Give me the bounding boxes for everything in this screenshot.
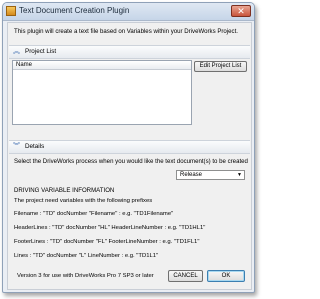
details-section-label: Details (25, 143, 45, 150)
header-lines-prefix-line: HeaderLines : "TD" docNumber "HL" Header… (14, 225, 206, 231)
plugin-window: Text Document Creation Plugin ✕ This plu… (2, 2, 255, 293)
title-bar[interactable]: Text Document Creation Plugin ✕ (3, 3, 254, 21)
ok-button[interactable]: OK (207, 270, 245, 282)
intro-text: This plugin will create a text file base… (14, 28, 238, 35)
name-column-header[interactable]: Name (13, 61, 191, 70)
collapse-chevron-icon[interactable]: ︽ (13, 48, 20, 56)
details-section-header[interactable]: ︾ Details (9, 140, 250, 154)
project-list-grid[interactable]: Name (12, 60, 192, 125)
filename-prefix-line: Filename : "TD" docNumber "Filename" : e… (14, 211, 174, 217)
dropdown-arrow-icon[interactable]: ▼ (237, 171, 242, 179)
prefix-intro-text: The project need variables with the foll… (14, 198, 153, 204)
process-question: Select the DriveWorks process when you w… (14, 158, 248, 165)
process-select[interactable]: Release ▼ (176, 170, 245, 180)
cancel-button[interactable]: CANCEL (168, 270, 203, 282)
project-list-section-header[interactable]: ︽ Project List (9, 45, 250, 59)
app-icon (6, 6, 16, 16)
dialog-body: This plugin will create a text file base… (7, 22, 252, 290)
close-button[interactable]: ✕ (231, 5, 251, 17)
project-list-section-label: Project List (25, 48, 57, 55)
driving-variable-heading: DRIVING VARIABLE INFORMATION (14, 187, 115, 194)
process-select-value: Release (180, 172, 203, 178)
expand-chevron-icon[interactable]: ︾ (13, 143, 20, 151)
edit-project-list-button[interactable]: Edit Project List (194, 61, 247, 72)
window-title: Text Document Creation Plugin (19, 6, 130, 15)
lines-prefix-line: Lines : "TD" docNumber "L" LineNumber : … (14, 253, 159, 259)
footer-lines-prefix-line: FooterLines : "TD" docNumber "FL" Footer… (14, 239, 200, 245)
version-text: Version 3 for use with DriveWorks Pro 7 … (17, 273, 154, 279)
